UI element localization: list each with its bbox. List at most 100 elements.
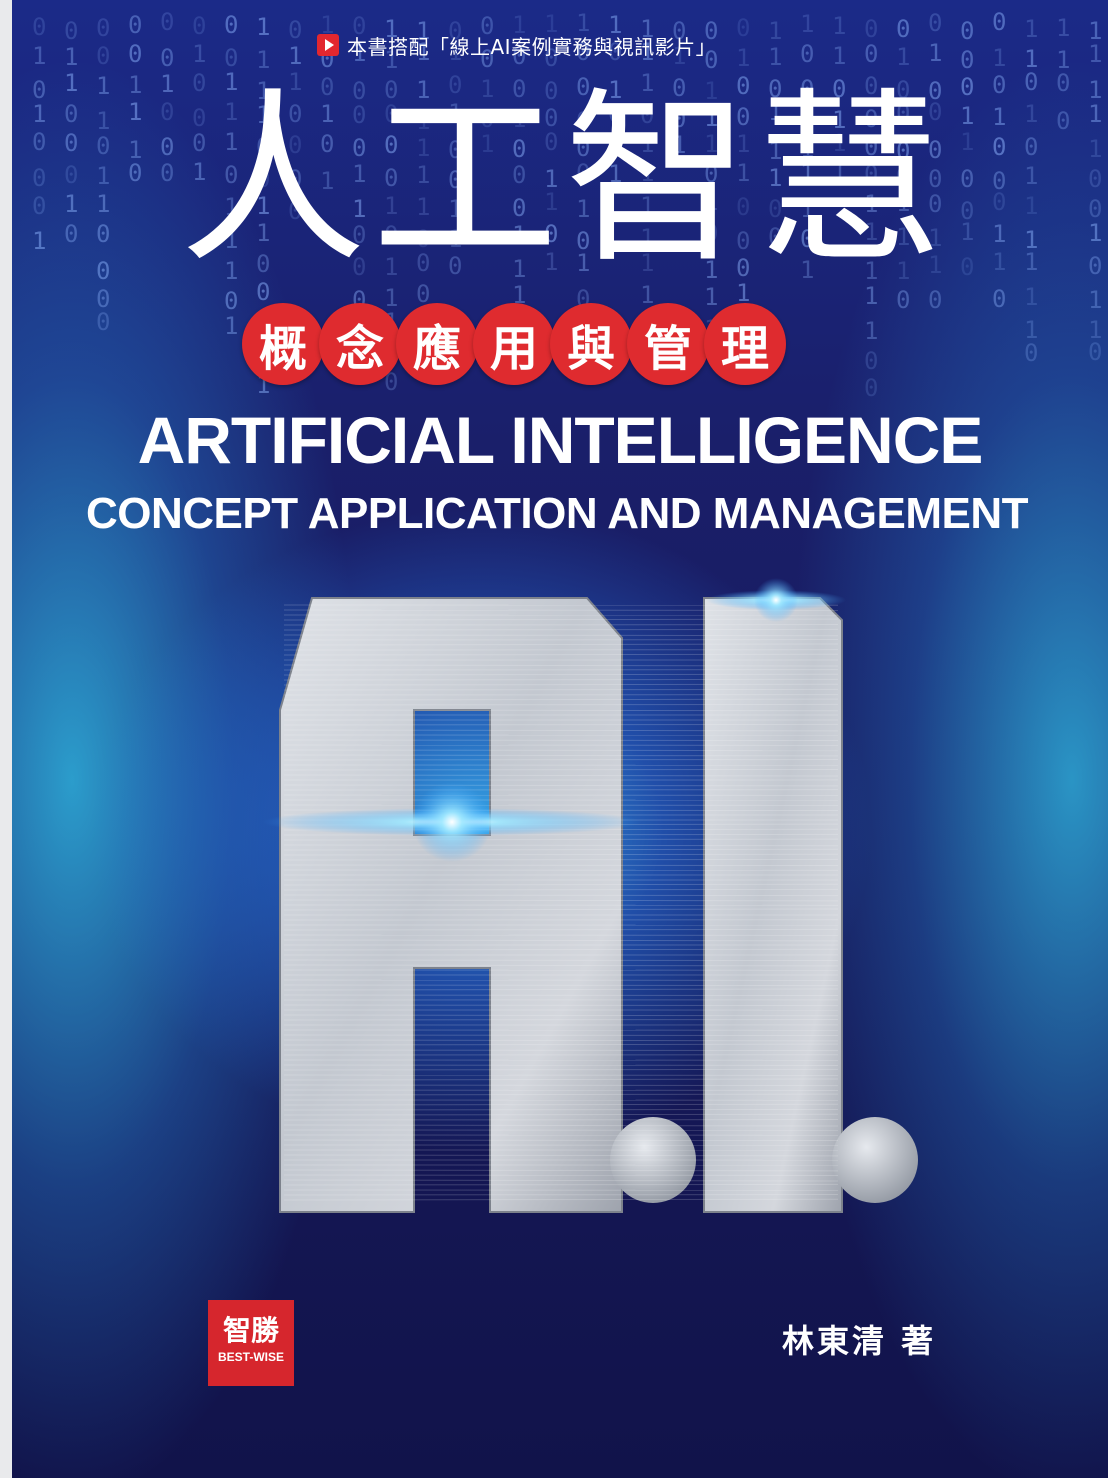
binary-glyph: 0 bbox=[896, 15, 910, 43]
brush-line bbox=[283, 739, 839, 742]
binary-glyph: 1 bbox=[1024, 192, 1038, 220]
subtitle-char: 理 bbox=[704, 303, 786, 385]
binary-glyph: 0 bbox=[64, 161, 78, 189]
binary-glyph: 0 bbox=[1056, 69, 1070, 97]
binary-glyph: 1 bbox=[832, 12, 846, 40]
binary-glyph: 0 bbox=[992, 8, 1006, 36]
brush-line bbox=[283, 888, 839, 891]
binary-glyph: 1 bbox=[224, 312, 238, 340]
brush-line bbox=[283, 1068, 839, 1071]
binary-glyph: 0 bbox=[992, 71, 1006, 99]
binary-glyph: 1 bbox=[96, 190, 110, 218]
brush-line bbox=[283, 768, 839, 771]
binary-glyph: 0 bbox=[736, 14, 750, 42]
brush-line bbox=[283, 1108, 839, 1111]
binary-glyph: 0 bbox=[192, 12, 206, 40]
binary-glyph: 1 bbox=[992, 103, 1006, 131]
binary-glyph: 1 bbox=[192, 40, 206, 68]
binary-glyph: 1 bbox=[288, 42, 302, 70]
binary-glyph: 0 bbox=[128, 159, 142, 187]
publisher-name-zh: 智勝 bbox=[222, 1315, 279, 1346]
brush-line bbox=[283, 758, 839, 761]
binary-glyph: 0 bbox=[800, 40, 814, 68]
binary-glyph: 1 bbox=[992, 44, 1006, 72]
binary-glyph: 1 bbox=[768, 17, 782, 45]
binary-glyph: 0 bbox=[64, 17, 78, 45]
binary-glyph: 0 bbox=[32, 192, 46, 220]
brush-line bbox=[283, 959, 839, 962]
binary-glyph: 1 bbox=[928, 39, 942, 67]
binary-glyph: 1 bbox=[32, 227, 46, 255]
binary-glyph: 1 bbox=[1088, 40, 1102, 68]
binary-glyph: 0 bbox=[288, 16, 302, 44]
binary-glyph: 1 bbox=[1088, 219, 1102, 247]
subtitle-char: 概 bbox=[242, 303, 324, 385]
binary-glyph: 0 bbox=[928, 286, 942, 314]
binary-glyph: 1 bbox=[32, 100, 46, 128]
binary-glyph: 1 bbox=[96, 107, 110, 135]
binary-glyph: 0 bbox=[896, 286, 910, 314]
binary-glyph: 1 bbox=[128, 98, 142, 126]
binary-glyph: 1 bbox=[736, 44, 750, 72]
binary-glyph: 0 bbox=[32, 164, 46, 192]
binary-glyph: 0 bbox=[1088, 338, 1102, 366]
binary-glyph: 1 bbox=[256, 13, 270, 41]
binary-glyph: 0 bbox=[96, 308, 110, 336]
subtitle-char: 用 bbox=[473, 303, 555, 385]
binary-glyph: 1 bbox=[768, 43, 782, 71]
video-play-icon bbox=[317, 34, 339, 56]
subtitle-char: 與 bbox=[550, 303, 632, 385]
brush-line bbox=[283, 688, 839, 691]
binary-glyph: 1 bbox=[128, 71, 142, 99]
binary-glyph: 1 bbox=[64, 190, 78, 218]
brush-line bbox=[283, 709, 839, 712]
binary-glyph: 0 bbox=[1088, 252, 1102, 280]
binary-glyph: 1 bbox=[256, 46, 270, 74]
binary-glyph: 0 bbox=[1024, 133, 1038, 161]
author-credit: 林東清 著 bbox=[782, 1322, 937, 1360]
brush-line bbox=[283, 653, 839, 656]
ai-logo-graphic bbox=[262, 578, 918, 1213]
subtitle-char: 念 bbox=[319, 303, 401, 385]
brush-line bbox=[283, 1049, 839, 1052]
binary-glyph: 1 bbox=[1056, 14, 1070, 42]
binary-glyph: 0 bbox=[128, 40, 142, 68]
binary-glyph: 1 bbox=[992, 248, 1006, 276]
subtitle-char: 應 bbox=[396, 303, 478, 385]
binary-glyph: 1 bbox=[800, 10, 814, 38]
binary-glyph: 0 bbox=[960, 17, 974, 45]
brush-line bbox=[283, 628, 839, 631]
binary-glyph: 0 bbox=[96, 14, 110, 42]
binary-glyph: 1 bbox=[1024, 248, 1038, 276]
binary-glyph: 0 bbox=[64, 129, 78, 157]
brush-line bbox=[283, 1183, 839, 1186]
brush-line bbox=[283, 678, 839, 681]
english-title: ARTIFICIAL INTELLIGENCE bbox=[137, 403, 984, 477]
brush-line bbox=[283, 1018, 839, 1021]
binary-glyph: 0 bbox=[96, 257, 110, 285]
binary-glyph: 0 bbox=[160, 8, 174, 36]
binary-glyph: 0 bbox=[960, 46, 974, 74]
binary-glyph: 1 bbox=[1024, 162, 1038, 190]
promo-line: 本書搭配「線上AI案例實務與視訊影片」 bbox=[317, 32, 716, 59]
brush-line bbox=[283, 634, 839, 637]
binary-glyph: 0 bbox=[864, 347, 878, 375]
binary-glyph: 0 bbox=[1056, 107, 1070, 135]
binary-glyph: 0 bbox=[1024, 339, 1038, 367]
binary-glyph: 0 bbox=[1024, 68, 1038, 96]
binary-glyph: 1 bbox=[64, 43, 78, 71]
binary-glyph: 0 bbox=[224, 11, 238, 39]
book-cover: 0101000101100010001101100000011100010000… bbox=[12, 0, 1108, 1478]
binary-glyph: 1 bbox=[896, 43, 910, 71]
brush-line bbox=[283, 864, 839, 867]
brush-line bbox=[283, 928, 839, 931]
binary-glyph: 1 bbox=[1088, 286, 1102, 314]
chinese-title: 人工智慧 bbox=[179, 71, 948, 288]
binary-glyph: 0 bbox=[992, 133, 1006, 161]
brush-line bbox=[283, 994, 839, 997]
binary-glyph: 1 bbox=[64, 69, 78, 97]
binary-glyph: 0 bbox=[64, 220, 78, 248]
dot-two bbox=[832, 1117, 918, 1203]
binary-glyph: 1 bbox=[864, 317, 878, 345]
brush-line bbox=[283, 749, 839, 752]
